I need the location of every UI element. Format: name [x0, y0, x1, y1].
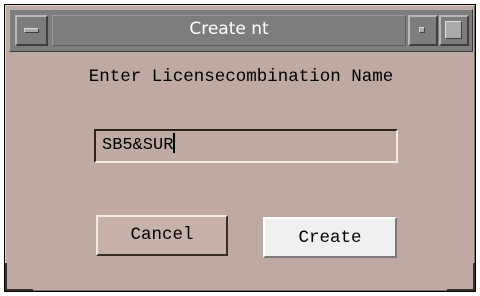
name-input-value: SB5&SUR — [102, 136, 174, 155]
dialog-window: Create nt Enter Licensecombination Name … — [4, 4, 476, 292]
create-button[interactable]: Create — [263, 217, 397, 258]
title-bar[interactable]: Create nt — [9, 9, 473, 52]
text-cursor — [173, 133, 176, 153]
window-menu-icon — [24, 28, 39, 33]
maximize-icon — [445, 21, 462, 39]
name-prompt-label: Enter Licensecombination Name — [88, 67, 394, 87]
maximize-button[interactable] — [439, 15, 469, 46]
cancel-button[interactable]: Cancel — [96, 215, 228, 256]
minimize-button[interactable] — [408, 15, 438, 46]
resize-corner-bottom-right[interactable] — [473, 263, 475, 291]
resize-corner-bottom-left-h[interactable] — [5, 289, 33, 291]
window-menu-button[interactable] — [15, 15, 48, 46]
minimize-icon — [419, 27, 425, 33]
window-title: Create nt — [52, 15, 406, 46]
resize-corner-bottom-left[interactable] — [5, 263, 7, 291]
license-combination-name-input[interactable]: SB5&SUR — [94, 129, 398, 163]
resize-corner-bottom-right-h[interactable] — [447, 289, 475, 291]
